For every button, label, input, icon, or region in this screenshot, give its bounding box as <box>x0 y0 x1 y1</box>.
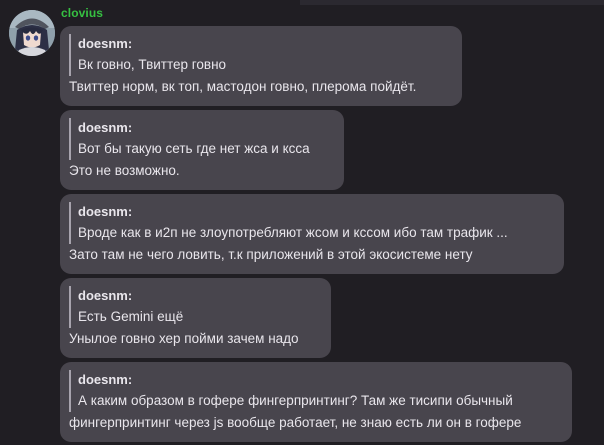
top-bar <box>300 0 604 5</box>
quote-block: doesnm: Вк говно, Твиттер говно <box>69 34 454 76</box>
message-text: фингерпринтинг через js вообще работает,… <box>69 415 522 430</box>
quote-text: А каким образом в гофере фингерпринтинг?… <box>78 393 513 408</box>
message-bubble[interactable]: doesnm: Вроде как в и2п не злоупотребляю… <box>60 194 564 274</box>
message-text: Это не возможно. <box>69 163 180 178</box>
message-text: Зато там не чего ловить, т.к приложений … <box>69 247 473 262</box>
message-bubble[interactable]: doesnm: А каким образом в гофере фингерп… <box>60 362 572 442</box>
author-name[interactable]: clovius <box>61 6 103 20</box>
quote-text: Вк говно, Твиттер говно <box>78 57 227 72</box>
message-text: Твиттер норм, вк топ, мастодон говно, пл… <box>69 79 417 94</box>
chat-view: clovius doesnm: Вк говно, Твиттер говно … <box>0 0 604 445</box>
quote-text: Вот бы такую сеть где нет жса и ксса <box>78 141 310 156</box>
quote-author: doesnm: <box>78 372 133 387</box>
quote-text: Вроде как в и2п не злоупотребляют жсом и… <box>78 225 508 240</box>
message-bubble[interactable]: doesnm: Вк говно, Твиттер говно Твиттер … <box>60 26 462 106</box>
message-bubble[interactable]: doesnm: Есть Gemini ещё Унылое говно хер… <box>60 278 331 358</box>
message-text: Унылое говно хер пойми зачем надо <box>69 331 299 346</box>
quote-author: doesnm: <box>78 204 133 219</box>
quote-block: doesnm: Вот бы такую сеть где нет жса и … <box>69 118 336 160</box>
quote-author: doesnm: <box>78 288 133 303</box>
anime-avatar-icon <box>9 10 55 56</box>
quote-block: doesnm: А каким образом в гофере фингерп… <box>69 370 564 412</box>
quote-block: doesnm: Вроде как в и2п не злоупотребляю… <box>69 202 556 244</box>
quote-block: doesnm: Есть Gemini ещё <box>69 286 323 328</box>
quote-text: Есть Gemini ещё <box>78 309 184 324</box>
avatar[interactable] <box>9 10 55 56</box>
message-bubble[interactable]: doesnm: Вот бы такую сеть где нет жса и … <box>60 110 344 190</box>
quote-author: doesnm: <box>78 120 133 135</box>
quote-author: doesnm: <box>78 36 133 51</box>
